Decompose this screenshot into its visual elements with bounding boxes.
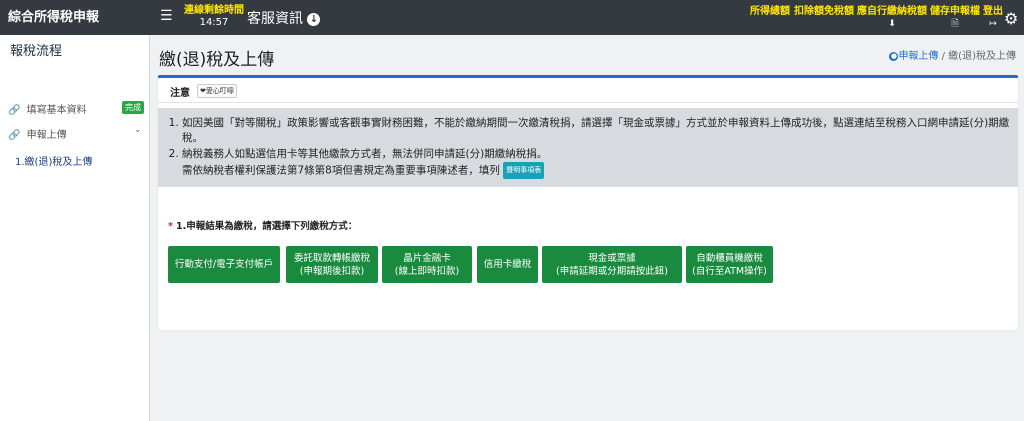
button-line1: 自動櫃員機繳稅 <box>696 252 763 264</box>
payment-card: 注意 ❤愛心叮嚀 如因美國「對等關稅」政策影響或客觀事實財務困難，不能於繳納期間… <box>158 75 1018 330</box>
menu-toggle-icon[interactable]: ☰ <box>160 8 173 24</box>
breadcrumb: ●申報上傳 / 繳(退)稅及上傳 <box>889 47 1016 62</box>
summary-deductions[interactable]: 扣除額免稅額 <box>794 6 854 18</box>
notice-item: 納稅義務人如點選信用卡等其他繳款方式者，無法併同申請延(分)期繳納稅捐。 需依納… <box>182 147 1012 179</box>
credit-card-button[interactable]: 信用卡繳稅 <box>477 246 538 283</box>
sidebar-item-basic-info[interactable]: 🔗 填寫基本資料 <box>8 101 87 116</box>
sidebar-title: 報稅流程 <box>10 44 63 59</box>
gear-icon[interactable]: ⚙ <box>1004 9 1018 28</box>
session-timer: 連線剩餘時間 14:57 <box>184 5 244 29</box>
save-icon: 🗎 <box>951 19 959 29</box>
atm-payment-button[interactable]: 自動櫃員機繳稅 (自行至ATM操作) <box>686 246 773 283</box>
sidebar-item-upload[interactable]: 🔗 申報上傳 <box>8 126 67 141</box>
notice-title: 注意 <box>170 88 190 99</box>
chip-card-button[interactable]: 晶片金融卡 (線上即時扣款) <box>382 246 472 283</box>
status-badge: 完成 <box>122 101 144 114</box>
save-file-button[interactable]: 儲存申報檔 🗎 <box>930 6 980 30</box>
summary-label: 應自行繳納稅額 <box>857 6 927 17</box>
download-icon: ⬇ <box>888 19 896 29</box>
button-line2: (自行至ATM操作) <box>692 265 767 277</box>
card-header: 注意 ❤愛心叮嚀 <box>158 78 1018 103</box>
notice-alert: 如因美國「對等關稅」政策影響或客觀事實財務困難，不能於繳納期間一次繳清稅捐，請選… <box>158 108 1018 187</box>
summary-label: 扣除額免稅額 <box>794 6 854 17</box>
sidebar-subitem-tax-upload[interactable]: 1.繳(退)稅及上傳 <box>15 153 92 168</box>
link-icon: 🔗 <box>8 105 21 116</box>
button-line1: 信用卡繳稅 <box>483 259 532 270</box>
chevron-down-icon[interactable]: ⌄ <box>134 125 142 135</box>
button-line2: (申報期後扣款) <box>299 265 365 277</box>
app-brand: 綜合所得稅申報 <box>8 10 100 25</box>
button-line1: 委託取款轉帳繳稅 <box>293 252 370 264</box>
summary-label: 所得總額 <box>750 6 790 17</box>
button-line2: (申請延期或分期請按此鈕) <box>556 265 668 277</box>
page-title: 繳(退)稅及上傳 <box>159 50 275 70</box>
required-star: * <box>168 221 173 232</box>
button-line1: 晶片金融卡 <box>403 252 451 264</box>
summary-label: 儲存申報檔 <box>930 6 980 17</box>
button-line1: 現金或票據 <box>588 252 636 264</box>
declaration-form-link[interactable]: 聲明事項表 <box>503 162 545 179</box>
logout-icon: ↦ <box>989 19 997 29</box>
session-label: 連線剩餘時間 <box>184 5 244 16</box>
sidebar: 報稅流程 🔗 填寫基本資料 完成 🔗 申報上傳 ⌄ 1.繳(退)稅及上傳 <box>0 35 150 421</box>
breadcrumb-home-label: 申報上傳 <box>898 51 939 62</box>
notice-list: 如因美國「對等關稅」政策影響或客觀事實財務困難，不能於繳納期間一次繳清稅捐，請選… <box>158 116 1012 180</box>
payment-method-text: 1.申報結果為繳稅，請選擇下列繳稅方式： <box>175 221 358 232</box>
summary-tax-payable[interactable]: 應自行繳納稅額 ⬇ <box>857 6 927 30</box>
notice-item: 如因美國「對等關稅」政策影響或客觀事實財務困難，不能於繳納期間一次繳清稅捐，請選… <box>182 116 1012 146</box>
bank-transfer-button[interactable]: 委託取款轉帳繳稅 (申報期後扣款) <box>286 246 378 283</box>
button-line2: (線上即時扣款) <box>394 265 460 277</box>
sidebar-item-label: 申報上傳 <box>26 130 67 141</box>
service-info-button[interactable]: 客服資訊 ↓ <box>247 8 321 28</box>
notice-item-text: 納稅義務人如點選信用卡等其他繳款方式者，無法併同申請延(分)期繳納稅捐。 <box>182 148 548 160</box>
breadcrumb-home-link[interactable]: ●申報上傳 <box>889 51 941 62</box>
session-time: 14:57 <box>199 17 229 28</box>
top-header: 綜合所得稅申報 ☰ 連線剩餘時間 14:57 客服資訊 ↓ 所得總額 扣除額免稅… <box>0 0 1024 35</box>
summary-label: 登出 <box>983 6 1003 17</box>
payment-method-label: * 1.申報結果為繳稅，請選擇下列繳稅方式： <box>168 218 357 232</box>
notice-tag: ❤愛心叮嚀 <box>197 84 237 98</box>
cash-or-check-button[interactable]: 現金或票據 (申請延期或分期請按此鈕) <box>542 246 682 283</box>
breadcrumb-separator: / <box>941 51 945 62</box>
button-line1: 行動支付/電子支付帳戶 <box>174 259 274 270</box>
download-circle-icon: ↓ <box>307 12 321 26</box>
breadcrumb-current: 繳(退)稅及上傳 <box>948 51 1016 62</box>
mobile-payment-button[interactable]: 行動支付/電子支付帳戶 <box>168 246 280 283</box>
sidebar-item-label: 填寫基本資料 <box>26 105 87 116</box>
link-icon: 🔗 <box>8 130 21 141</box>
logout-button[interactable]: 登出 ↦ <box>983 6 1003 30</box>
notice-item-extra: 需依納稅者權利保護法第7條第8項但書規定為重要事項陳述者，填列 <box>182 164 500 177</box>
service-info-label: 客服資訊 <box>247 11 303 27</box>
summary-income-total[interactable]: 所得總額 <box>750 6 790 18</box>
